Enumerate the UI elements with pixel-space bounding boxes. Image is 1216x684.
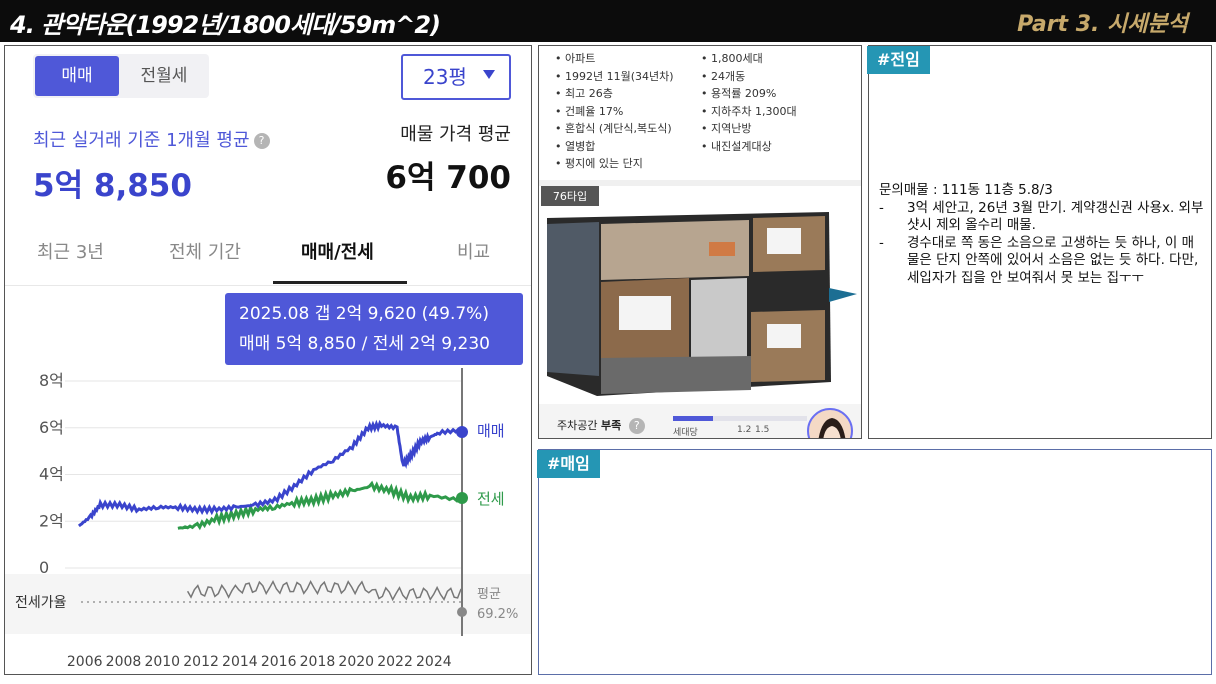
sale-legend: 매매 xyxy=(477,422,505,440)
floor-type-tag[interactable]: 76타입 xyxy=(541,186,599,208)
ratio-band xyxy=(5,574,531,634)
info-item: 최고 26층 xyxy=(555,85,674,103)
x-tick-label: 2010 xyxy=(144,654,180,670)
memo-text: 문의매물 : 111동 11층 5.8/3 -3억 세안고, 26년 3월 만기… xyxy=(879,182,1205,287)
help-icon[interactable]: ? xyxy=(628,418,645,434)
x-tick-label: 2008 xyxy=(106,654,142,670)
info-item: 지하주차 1,300대 xyxy=(701,103,797,121)
ratio-avg-value: 69.2% xyxy=(477,607,518,622)
x-tick-label: 2020 xyxy=(338,654,374,670)
complex-info-panel: 아파트1992년 11월(34년차)최고 26층건폐율 17%혼합식 (계단식,… xyxy=(538,45,862,439)
ratio-current-point xyxy=(457,607,467,617)
sale-current-point xyxy=(456,426,468,438)
y-tick-label: 8억 xyxy=(39,371,64,390)
info-item: 건폐율 17% xyxy=(555,103,674,121)
info-list-left: 아파트1992년 11월(34년차)최고 26층건폐율 17%혼합식 (계단식,… xyxy=(555,50,674,173)
info-item: 혼합식 (계단식,복도식) xyxy=(555,120,674,138)
y-tick-label: 6억 xyxy=(39,418,64,437)
slide-title: 4. 관악타운(1992년/1800세대/59m^2) xyxy=(10,11,441,39)
part-label: Part 3. 시세분석 xyxy=(1017,12,1188,37)
parking-bar-fill xyxy=(673,416,713,421)
jeonse-current-point xyxy=(456,492,468,504)
tooltip-prices: 매매 5억 8,850 / 전세 2억 9,230 xyxy=(239,334,490,354)
info-item: 지역난방 xyxy=(701,120,797,138)
x-tick-label: 2016 xyxy=(261,654,297,670)
tooltip-gap: 2025.08 갭 2억 9,620 (49.7%) xyxy=(239,304,489,324)
info-item: 1,800세대 xyxy=(701,50,797,68)
parking-tick-label: 세대당 xyxy=(673,428,698,438)
x-tick-label: 2022 xyxy=(377,654,413,670)
jeonse-tag: #전임 xyxy=(867,46,930,74)
sale-memo-panel: #매임 xyxy=(537,449,1212,675)
info-item: 1992년 11월(34년차) xyxy=(555,68,674,86)
memo-item: -3억 세안고, 26년 3월 만기. 계약갱신권 사용x. 외부 샷시 제외 … xyxy=(879,199,1204,234)
info-item: 용적률 209% xyxy=(701,85,797,103)
price-panel: 매매 전월세 23평 최근 실거래 기준 1개월 평균? 5억 8,850 매물… xyxy=(4,45,532,675)
parking-label: 주차공간 부족 ? xyxy=(557,417,645,434)
info-item: 평지에 있는 단지 xyxy=(555,155,674,173)
floorplan-image xyxy=(539,206,861,406)
x-tick-label: 2018 xyxy=(300,654,336,670)
x-tick-label: 2006 xyxy=(67,654,103,670)
parking-tick-15: 1.5 xyxy=(755,425,770,435)
info-list-right: 1,800세대24개동용적률 209%지하주차 1,300대지역난방내진설계대상 xyxy=(701,50,797,155)
parking-tick-12: 1.2 xyxy=(737,425,752,435)
info-item: 내진설계대상 xyxy=(701,138,797,156)
jeonse-legend: 전세 xyxy=(477,490,505,508)
x-tick-label: 2012 xyxy=(183,654,219,670)
info-item: 아파트 xyxy=(555,50,674,68)
x-tick-label: 2014 xyxy=(222,654,258,670)
header-bar: 4. 관악타운(1992년/1800세대/59m^2) Part 3. 시세분석 xyxy=(0,0,1216,42)
ratio-avg-label: 평균 xyxy=(477,587,501,602)
memo-item: - 경수대로 쪽 동은 소음으로 고생하는 듯 하나, 이 매물은 단지 안쪽에 … xyxy=(879,234,1199,286)
y-tick-label: 0 xyxy=(39,558,49,577)
info-item: 열병합 xyxy=(555,138,674,156)
jeonse-memo-panel: #전임 문의매물 : 111동 11층 5.8/3 -3억 세안고, 26년 3… xyxy=(867,45,1212,439)
x-tick-label: 2024 xyxy=(416,654,452,670)
y-tick-label: 4억 xyxy=(39,465,64,484)
y-tick-label: 2억 xyxy=(39,511,64,530)
chart-tooltip: 2025.08 갭 2억 9,620 (49.7%) 매매 5억 8,850 /… xyxy=(225,293,523,365)
sale-tag: #매임 xyxy=(537,450,600,478)
ratio-label: 전세가율 xyxy=(15,595,67,611)
memo-head: 문의매물 : 111동 11층 5.8/3 xyxy=(879,182,1053,198)
info-item: 24개동 xyxy=(701,68,797,86)
